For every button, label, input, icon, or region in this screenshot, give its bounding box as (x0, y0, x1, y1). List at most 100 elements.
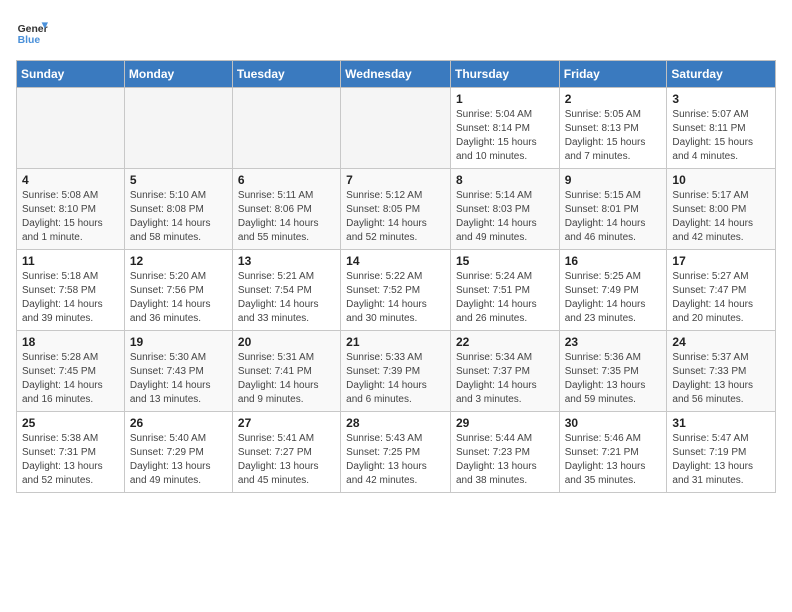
weekday-header-friday: Friday (559, 61, 667, 88)
day-number: 31 (672, 416, 770, 430)
page-header: General Blue (16, 16, 776, 48)
calendar-cell: 9 Sunrise: 5:15 AMSunset: 8:01 PMDaylight… (559, 169, 667, 250)
calendar-cell: 15 Sunrise: 5:24 AMSunset: 7:51 PMDayligh… (450, 250, 559, 331)
day-info: Sunrise: 5:40 AMSunset: 7:29 PMDaylight:… (130, 432, 227, 488)
day-number: 18 (22, 335, 119, 349)
day-info: Sunrise: 5:41 AMSunset: 7:27 PMDaylight:… (238, 432, 335, 488)
calendar-cell: 8Sunrise: 5:14 AMSunset: 8:03 PMDaylight… (450, 169, 559, 250)
calendar-cell: 22 Sunrise: 5:34 AMSunset: 7:37 PMDayligh… (450, 331, 559, 412)
calendar-cell: 7Sunrise: 5:12 AMSunset: 8:05 PMDaylight… (341, 169, 451, 250)
calendar-cell: 6Sunrise: 5:11 AMSunset: 8:06 PMDaylight… (232, 169, 340, 250)
calendar-cell (232, 88, 340, 169)
calendar-cell: 12 Sunrise: 5:20 AMSunset: 7:56 PMDayligh… (124, 250, 232, 331)
calendar-week-row: 18 Sunrise: 5:28 AMSunset: 7:45 PMDayligh… (17, 331, 776, 412)
day-number: 25 (22, 416, 119, 430)
calendar-week-row: 1 Sunrise: 5:04 AMSunset: 8:14 PMDaylight… (17, 88, 776, 169)
day-info: Sunrise: 5:07 AMSunset: 8:11 PMDaylight:… (672, 108, 770, 164)
calendar-cell: 11Sunrise: 5:18 AMSunset: 7:58 PMDayligh… (17, 250, 125, 331)
calendar-cell: 20 Sunrise: 5:31 AMSunset: 7:41 PMDayligh… (232, 331, 340, 412)
day-info: Sunrise: 5:43 AMSunset: 7:25 PMDaylight:… (346, 432, 445, 488)
weekday-header-sunday: Sunday (17, 61, 125, 88)
calendar-cell: 13 Sunrise: 5:21 AMSunset: 7:54 PMDayligh… (232, 250, 340, 331)
day-info: Sunrise: 5:31 AMSunset: 7:41 PMDaylight:… (238, 351, 335, 407)
weekday-header-row: SundayMondayTuesdayWednesdayThursdayFrid… (17, 61, 776, 88)
day-info: Sunrise: 5:04 AMSunset: 8:14 PMDaylight:… (456, 108, 554, 164)
calendar-cell: 3 Sunrise: 5:07 AMSunset: 8:11 PMDaylight… (667, 88, 776, 169)
day-info: Sunrise: 5:47 AMSunset: 7:19 PMDaylight:… (672, 432, 770, 488)
calendar-cell: 31 Sunrise: 5:47 AMSunset: 7:19 PMDayligh… (667, 412, 776, 493)
weekday-header-tuesday: Tuesday (232, 61, 340, 88)
day-number: 13 (238, 254, 335, 268)
day-number: 28 (346, 416, 445, 430)
day-number: 11 (22, 254, 119, 268)
day-info: Sunrise: 5:30 AMSunset: 7:43 PMDaylight:… (130, 351, 227, 407)
day-info: Sunrise: 5:34 AMSunset: 7:37 PMDaylight:… (456, 351, 554, 407)
day-number: 20 (238, 335, 335, 349)
day-info: Sunrise: 5:10 AMSunset: 8:08 PMDaylight:… (130, 189, 227, 245)
calendar-week-row: 11Sunrise: 5:18 AMSunset: 7:58 PMDayligh… (17, 250, 776, 331)
weekday-header-monday: Monday (124, 61, 232, 88)
day-info: Sunrise: 5:08 AMSunset: 8:10 PMDaylight:… (22, 189, 119, 245)
logo-icon: General Blue (16, 16, 48, 48)
day-number: 5 (130, 173, 227, 187)
calendar-cell (17, 88, 125, 169)
day-info: Sunrise: 5:38 AMSunset: 7:31 PMDaylight:… (22, 432, 119, 488)
calendar-cell: 30 Sunrise: 5:46 AMSunset: 7:21 PMDayligh… (559, 412, 667, 493)
day-number: 26 (130, 416, 227, 430)
day-info: Sunrise: 5:24 AMSunset: 7:51 PMDaylight:… (456, 270, 554, 326)
day-number: 15 (456, 254, 554, 268)
day-number: 16 (565, 254, 662, 268)
day-info: Sunrise: 5:28 AMSunset: 7:45 PMDaylight:… (22, 351, 119, 407)
day-number: 22 (456, 335, 554, 349)
day-info: Sunrise: 5:15 AMSunset: 8:01 PMDaylight:… (565, 189, 662, 245)
day-number: 29 (456, 416, 554, 430)
day-number: 12 (130, 254, 227, 268)
calendar-cell (341, 88, 451, 169)
day-number: 19 (130, 335, 227, 349)
calendar-cell: 17 Sunrise: 5:27 AMSunset: 7:47 PMDayligh… (667, 250, 776, 331)
calendar-cell: 21Sunrise: 5:33 AMSunset: 7:39 PMDayligh… (341, 331, 451, 412)
calendar-cell: 29 Sunrise: 5:44 AMSunset: 7:23 PMDayligh… (450, 412, 559, 493)
calendar-table: SundayMondayTuesdayWednesdayThursdayFrid… (16, 60, 776, 493)
calendar-cell: 27 Sunrise: 5:41 AMSunset: 7:27 PMDayligh… (232, 412, 340, 493)
calendar-cell: 14Sunrise: 5:22 AMSunset: 7:52 PMDayligh… (341, 250, 451, 331)
day-info: Sunrise: 5:36 AMSunset: 7:35 PMDaylight:… (565, 351, 662, 407)
calendar-cell: 2 Sunrise: 5:05 AMSunset: 8:13 PMDaylight… (559, 88, 667, 169)
day-number: 24 (672, 335, 770, 349)
calendar-cell: 10Sunrise: 5:17 AMSunset: 8:00 PMDayligh… (667, 169, 776, 250)
calendar-cell: 19 Sunrise: 5:30 AMSunset: 7:43 PMDayligh… (124, 331, 232, 412)
day-number: 9 (565, 173, 662, 187)
day-number: 3 (672, 92, 770, 106)
calendar-cell: 1 Sunrise: 5:04 AMSunset: 8:14 PMDaylight… (450, 88, 559, 169)
calendar-cell (124, 88, 232, 169)
weekday-header-wednesday: Wednesday (341, 61, 451, 88)
day-number: 8 (456, 173, 554, 187)
day-number: 17 (672, 254, 770, 268)
day-number: 30 (565, 416, 662, 430)
svg-text:Blue: Blue (18, 35, 41, 46)
day-number: 1 (456, 92, 554, 106)
day-info: Sunrise: 5:21 AMSunset: 7:54 PMDaylight:… (238, 270, 335, 326)
weekday-header-thursday: Thursday (450, 61, 559, 88)
day-info: Sunrise: 5:12 AMSunset: 8:05 PMDaylight:… (346, 189, 445, 245)
day-number: 10 (672, 173, 770, 187)
day-info: Sunrise: 5:44 AMSunset: 7:23 PMDaylight:… (456, 432, 554, 488)
day-info: Sunrise: 5:37 AMSunset: 7:33 PMDaylight:… (672, 351, 770, 407)
weekday-header-saturday: Saturday (667, 61, 776, 88)
day-number: 27 (238, 416, 335, 430)
day-info: Sunrise: 5:05 AMSunset: 8:13 PMDaylight:… (565, 108, 662, 164)
calendar-week-row: 4Sunrise: 5:08 AMSunset: 8:10 PMDaylight… (17, 169, 776, 250)
calendar-cell: 28 Sunrise: 5:43 AMSunset: 7:25 PMDayligh… (341, 412, 451, 493)
calendar-week-row: 25 Sunrise: 5:38 AMSunset: 7:31 PMDayligh… (17, 412, 776, 493)
day-info: Sunrise: 5:33 AMSunset: 7:39 PMDaylight:… (346, 351, 445, 407)
day-info: Sunrise: 5:20 AMSunset: 7:56 PMDaylight:… (130, 270, 227, 326)
calendar-cell: 5 Sunrise: 5:10 AMSunset: 8:08 PMDaylight… (124, 169, 232, 250)
day-number: 23 (565, 335, 662, 349)
day-number: 2 (565, 92, 662, 106)
day-info: Sunrise: 5:25 AMSunset: 7:49 PMDaylight:… (565, 270, 662, 326)
day-info: Sunrise: 5:27 AMSunset: 7:47 PMDaylight:… (672, 270, 770, 326)
logo: General Blue (16, 16, 48, 48)
calendar-cell: 25 Sunrise: 5:38 AMSunset: 7:31 PMDayligh… (17, 412, 125, 493)
day-info: Sunrise: 5:46 AMSunset: 7:21 PMDaylight:… (565, 432, 662, 488)
calendar-cell: 23 Sunrise: 5:36 AMSunset: 7:35 PMDayligh… (559, 331, 667, 412)
